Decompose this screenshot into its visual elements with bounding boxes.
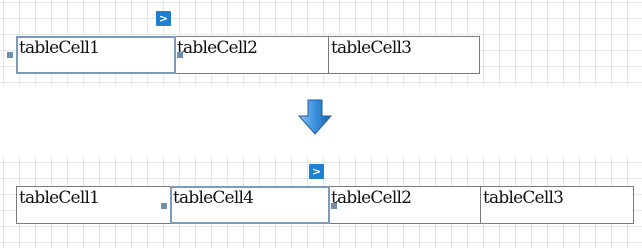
cell-label: tableCell2 <box>177 38 258 58</box>
cell-label: tableCell1 <box>19 38 100 58</box>
cell-label: tableCell1 <box>19 188 100 208</box>
table-before[interactable]: tableCell1 tableCell2 tableCell3 <box>16 36 480 74</box>
table-cell[interactable]: tableCell3 <box>481 187 633 223</box>
table-cell[interactable]: tableCell3 <box>329 37 479 73</box>
table-cell[interactable]: tableCell2 <box>175 37 329 73</box>
smart-tag-button-after[interactable]: > <box>309 164 324 179</box>
table-after[interactable]: tableCell1 tableCell4 tableCell2 tableCe… <box>16 186 634 224</box>
chevron-right-icon: > <box>311 165 322 178</box>
cell-label: tableCell2 <box>331 188 412 208</box>
table-cell[interactable]: tableCell1 <box>16 36 176 74</box>
resize-handle-right[interactable] <box>177 52 183 58</box>
chevron-right-icon: > <box>158 12 169 25</box>
down-arrow-icon <box>298 99 332 135</box>
resize-handle-left[interactable] <box>7 52 13 58</box>
smart-tag-button-before[interactable]: > <box>156 11 171 26</box>
table-cell[interactable]: tableCell2 <box>329 187 481 223</box>
cell-label: tableCell3 <box>483 188 564 208</box>
resize-handle-right[interactable] <box>331 203 337 209</box>
cell-label: tableCell3 <box>331 38 412 58</box>
resize-handle-left[interactable] <box>161 203 167 209</box>
cell-label: tableCell4 <box>173 188 254 208</box>
table-cell[interactable]: tableCell4 <box>170 186 330 224</box>
table-cell[interactable]: tableCell1 <box>17 187 171 223</box>
